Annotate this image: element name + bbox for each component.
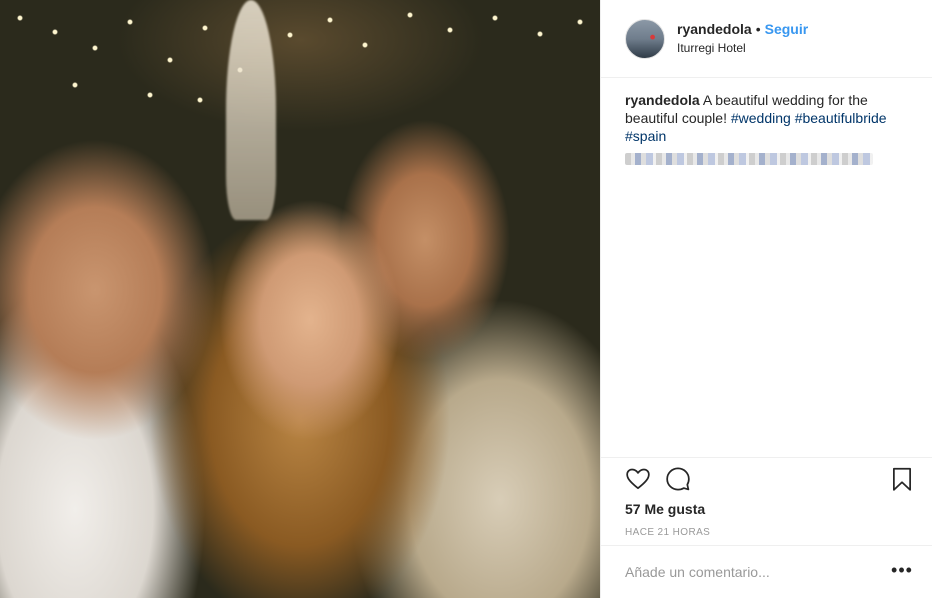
post-side-panel: ryandedola • Seguir Iturregi Hotel ryanded… <box>600 0 932 598</box>
comment-input[interactable] <box>625 559 875 585</box>
pixelated-comment <box>625 153 873 165</box>
header-username[interactable]: ryandedola <box>677 21 752 37</box>
post-header: ryandedola • Seguir Iturregi Hotel <box>601 0 932 78</box>
post-timestamp: HACE 21 HORAS <box>625 527 711 538</box>
hashtag-wedding[interactable]: #wedding <box>731 110 791 126</box>
avatar[interactable] <box>625 19 665 59</box>
caption-username[interactable]: ryandedola <box>625 92 700 108</box>
more-options-icon[interactable]: ••• <box>889 559 915 585</box>
comment-bar: ••• <box>601 545 932 598</box>
divider <box>601 457 932 458</box>
bookmark-icon[interactable] <box>889 466 915 492</box>
heart-icon[interactable] <box>625 466 651 492</box>
location-link[interactable]: Iturregi Hotel <box>677 41 746 55</box>
string-lights-decoration <box>0 0 600 120</box>
instagram-post: ryandedola • Seguir Iturregi Hotel ryanded… <box>0 0 932 598</box>
follow-button[interactable]: Seguir <box>765 21 809 37</box>
username-row: ryandedola • Seguir <box>677 21 808 37</box>
post-photo[interactable] <box>0 0 600 598</box>
likes-count[interactable]: 57 Me gusta <box>625 501 705 517</box>
hashtag-beautifulbride[interactable]: #beautifulbride <box>795 110 887 126</box>
comment-icon[interactable] <box>665 466 691 492</box>
caption: ryandedola A beautiful wedding for the b… <box>625 91 917 145</box>
pampas-grass-decoration <box>226 0 276 220</box>
separator-dot: • <box>755 21 761 37</box>
hashtag-spain[interactable]: #spain <box>625 128 666 144</box>
